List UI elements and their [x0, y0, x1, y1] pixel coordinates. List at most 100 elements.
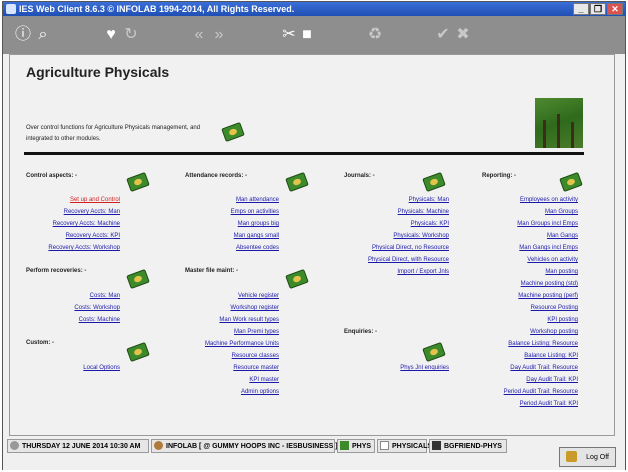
- main-content: Agriculture Physicals Over control funct…: [9, 54, 615, 436]
- link-day-audit-trail-resource[interactable]: Day Audit Trail: Resource: [510, 365, 578, 371]
- log-off-button[interactable]: Log Off: [559, 447, 616, 467]
- link-admin-options[interactable]: Admin options: [241, 389, 279, 395]
- info-icon[interactable]: ⓘ: [13, 25, 33, 45]
- tab-phys[interactable]: PHYS: [337, 439, 375, 453]
- recycle-icon[interactable]: ♻: [365, 25, 385, 45]
- money-icon: [340, 441, 349, 450]
- tab-physicals-label: PHYSICALS: [392, 443, 433, 450]
- link-machine-performance-units[interactable]: Machine Performance Units: [205, 341, 279, 347]
- tab-bgfriend-label: BGFRIEND-PHYS: [444, 443, 502, 450]
- link-physicals-man[interactable]: Physicals: Man: [409, 197, 449, 203]
- refresh-icon[interactable]: ↻: [121, 25, 141, 45]
- money-icon: [422, 172, 446, 192]
- link-resource-classes[interactable]: Resource classes: [232, 353, 279, 359]
- heart-icon[interactable]: ♥: [101, 25, 121, 45]
- link-man-groups-big[interactable]: Man groups big: [238, 221, 279, 227]
- link-local-options[interactable]: Local Options: [83, 365, 120, 371]
- link-absentee-codes[interactable]: Absentee codes: [236, 245, 279, 251]
- page-title: Agriculture Physicals: [26, 64, 170, 80]
- page-description: Over control functions for Agriculture P…: [26, 125, 201, 142]
- section-perform: Perform recoveries: -: [26, 268, 87, 274]
- cancel-icon[interactable]: ✖: [453, 25, 473, 45]
- lock-icon: [566, 451, 577, 462]
- section-journals: Journals: -: [344, 173, 375, 179]
- link-balance-listing-kpi[interactable]: Balance Listing: KPI: [524, 353, 578, 359]
- money-icon: [221, 122, 245, 142]
- link-employees-on-activity[interactable]: Employees on activity: [520, 197, 578, 203]
- log-off-label: Log Off: [586, 454, 609, 461]
- money-icon: [422, 342, 446, 362]
- link-machine-posting-perf[interactable]: Machine posting (perf): [518, 293, 578, 299]
- section-master: Master file maint: -: [185, 268, 239, 274]
- link-day-audit-trail-kpi[interactable]: Day Audit Trail: KPI: [526, 377, 578, 383]
- palm-tree-image: [535, 98, 583, 148]
- link-man-groups-incl-emps[interactable]: Man Groups incl Emps: [517, 221, 578, 227]
- tab-phys-label: PHYS: [352, 443, 372, 450]
- tab-physicals[interactable]: PHYSICALS: [377, 439, 432, 453]
- tools-icon[interactable]: ✂: [279, 25, 299, 45]
- section-attendance: Attendance records: -: [185, 173, 248, 179]
- link-man-gangs-incl-emps[interactable]: Man Gangs incl Emps: [519, 245, 578, 251]
- link-resource-master[interactable]: Resource master: [233, 365, 279, 371]
- ok-icon[interactable]: ✔: [433, 25, 453, 45]
- link-man-premi-types[interactable]: Man Premi types: [234, 329, 279, 335]
- link-recovery-man[interactable]: Recovery Accts: Man: [64, 209, 120, 215]
- user-icon: [154, 441, 163, 450]
- forward-icon[interactable]: »: [209, 25, 229, 45]
- link-resource-posting[interactable]: Resource Posting: [531, 305, 578, 311]
- app-icon: [6, 4, 16, 14]
- company-segment: INFOLAB [ @ GUMMY HOOPS INC - IESBUSINES…: [151, 439, 338, 453]
- link-man-attendance[interactable]: Man attendance: [236, 197, 279, 203]
- link-physicals-kpi[interactable]: Physicals: KPI: [411, 221, 449, 227]
- link-vehicle-register[interactable]: Vehicle register: [238, 293, 279, 299]
- close-button[interactable]: ✕: [607, 3, 623, 15]
- money-icon: [285, 269, 309, 289]
- section-custom: Custom: -: [26, 340, 54, 346]
- money-icon: [126, 269, 150, 289]
- link-costs-man[interactable]: Costs: Man: [90, 293, 120, 299]
- link-period-audit-trail-resource[interactable]: Period Audit Trail: Resource: [504, 389, 578, 395]
- money-icon: [285, 172, 309, 192]
- divider: [24, 152, 584, 155]
- restore-button[interactable]: ❐: [590, 3, 606, 15]
- link-man-work-result-types[interactable]: Man Work result types: [219, 317, 279, 323]
- link-physical-direct-with-resource[interactable]: Physical Direct, with Resource: [368, 257, 449, 263]
- link-costs-workshop[interactable]: Costs: Workshop: [74, 305, 120, 311]
- document-icon: [380, 441, 389, 450]
- link-set-up-and-control[interactable]: Set up and Control: [70, 197, 120, 203]
- link-emps-on-activities[interactable]: Emps on activities: [231, 209, 279, 215]
- link-costs-machine[interactable]: Costs: Machine: [79, 317, 120, 323]
- link-workshop-posting[interactable]: Workshop posting: [530, 329, 578, 335]
- link-period-audit-trail-kpi[interactable]: Period Audit Trail: KPI: [520, 401, 578, 407]
- link-man-gangs[interactable]: Man Gangs: [547, 233, 578, 239]
- window-icon: [432, 441, 441, 450]
- link-physicals-workshop[interactable]: Physicals: Workshop: [393, 233, 449, 239]
- date-segment: THURSDAY 12 JUNE 2014 10:30 AM: [7, 439, 149, 453]
- toolbar: ⓘ ⌕ ♥ ↻ « » ✂ ■ ♻ ✔ ✖: [3, 16, 625, 54]
- link-phys-jnl-enquiries[interactable]: Phys Jnl enquiries: [400, 365, 449, 371]
- link-recovery-machine[interactable]: Recovery Accts: Machine: [53, 221, 120, 227]
- link-vehicles-on-activity[interactable]: Vehicles on activity: [527, 257, 578, 263]
- link-balance-listing-resource[interactable]: Balance Listing: Resource: [508, 341, 578, 347]
- window-controls: _ ❐ ✕: [573, 3, 623, 15]
- minimize-button[interactable]: _: [573, 3, 589, 15]
- status-date: THURSDAY 12 JUNE 2014 10:30 AM: [22, 443, 141, 450]
- link-recovery-kpi[interactable]: Recovery Accts: KPI: [66, 233, 120, 239]
- section-enquiries: Enquiries: -: [344, 329, 378, 335]
- link-physicals-machine[interactable]: Physicals: Machine: [398, 209, 449, 215]
- link-man-posting[interactable]: Man posting: [545, 269, 578, 275]
- link-workshop-register[interactable]: Workshop register: [230, 305, 279, 311]
- link-physical-direct-no-resource[interactable]: Physical Direct, no Resource: [372, 245, 449, 251]
- link-kpi-posting[interactable]: KPI posting: [547, 317, 578, 323]
- stop-icon[interactable]: ■: [297, 25, 317, 45]
- link-man-groups[interactable]: Man Groups: [545, 209, 578, 215]
- link-machine-posting-std[interactable]: Machine posting (std): [521, 281, 578, 287]
- back-icon[interactable]: «: [189, 25, 209, 45]
- link-recovery-workshop[interactable]: Recovery Accts: Workshop: [48, 245, 120, 251]
- tab-bgfriend-phys[interactable]: BGFRIEND-PHYS: [429, 439, 507, 453]
- link-import-export-jnls[interactable]: Import / Export Jnls: [397, 269, 449, 275]
- link-kpi-master[interactable]: KPI master: [249, 377, 279, 383]
- search-icon[interactable]: ⌕: [33, 25, 53, 45]
- link-man-gangs-small[interactable]: Man gangs small: [234, 233, 279, 239]
- section-reporting: Reporting: -: [482, 173, 516, 179]
